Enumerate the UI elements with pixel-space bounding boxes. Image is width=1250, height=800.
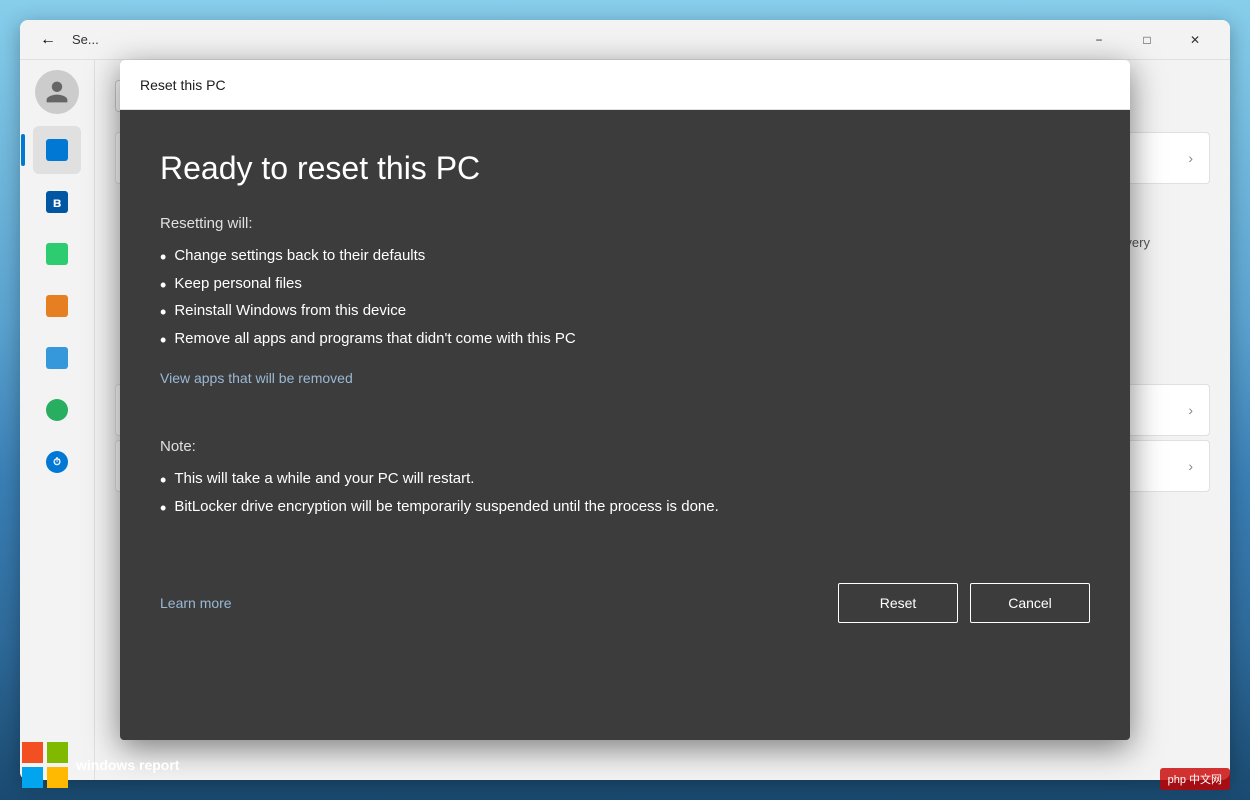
- dialog-title: Reset this PC: [140, 77, 226, 93]
- reset-dialog: Reset this PC Ready to reset this PC Res…: [120, 60, 1130, 740]
- time-icon: ⏱: [45, 450, 69, 474]
- bullet-item-2: Keep personal files: [160, 272, 1090, 300]
- learn-more-link[interactable]: Learn more: [160, 595, 232, 611]
- system-icon: [45, 138, 69, 162]
- note-bullet-1: This will take a while and your PC will …: [160, 467, 1090, 495]
- note-label: Note:: [160, 438, 1090, 455]
- accounts-icon: [45, 398, 69, 422]
- apps-icon: [45, 346, 69, 370]
- chevron-right-icon: ›: [1188, 458, 1193, 474]
- sidebar-item-system[interactable]: [33, 126, 81, 174]
- sidebar: ʙ: [20, 60, 95, 780]
- view-apps-link[interactable]: View apps that will be removed: [160, 370, 353, 386]
- minimize-button[interactable]: −: [1076, 24, 1122, 56]
- chevron-right-icon: ›: [1188, 150, 1193, 166]
- sidebar-item-personalization[interactable]: [33, 282, 81, 330]
- maximize-button[interactable]: □: [1124, 24, 1170, 56]
- sidebar-item-network[interactable]: [33, 230, 81, 278]
- titlebar-controls: − □ ✕: [1076, 24, 1218, 56]
- dialog-titlebar: Reset this PC: [120, 60, 1130, 110]
- sidebar-item-time[interactable]: ⏱: [33, 438, 81, 486]
- resetting-bullet-list: Change settings back to their defaults K…: [160, 244, 1090, 354]
- windows-icon: [20, 740, 70, 790]
- chevron-right-icon: ›: [1188, 402, 1193, 418]
- php-badge: php 中文网: [1160, 768, 1230, 790]
- sidebar-item-apps[interactable]: [33, 334, 81, 382]
- bullet-item-3: Reinstall Windows from this device: [160, 299, 1090, 327]
- note-bullet-list: This will take a while and your PC will …: [160, 467, 1090, 522]
- sidebar-item-accounts[interactable]: [33, 386, 81, 434]
- personalization-icon: [45, 294, 69, 318]
- reset-button[interactable]: Reset: [838, 583, 958, 623]
- settings-title: Se...: [72, 32, 99, 47]
- bullet-item-1: Change settings back to their defaults: [160, 244, 1090, 272]
- dialog-body: Ready to reset this PC Resetting will: C…: [120, 110, 1130, 553]
- dialog-heading: Ready to reset this PC: [160, 150, 1090, 187]
- footer-buttons: Reset Cancel: [838, 583, 1090, 623]
- report-text: windows report: [76, 757, 179, 773]
- bullet-item-4: Remove all apps and programs that didn't…: [160, 327, 1090, 355]
- back-button[interactable]: ←: [32, 24, 64, 56]
- note-section: Note: This will take a while and your PC…: [160, 438, 1090, 522]
- back-icon: ←: [40, 31, 56, 49]
- avatar: [35, 70, 79, 114]
- windows-report-logo: windows report: [20, 740, 179, 790]
- settings-titlebar: ← Se... − □ ✕: [20, 20, 1230, 60]
- cancel-button[interactable]: Cancel: [970, 583, 1090, 623]
- close-button[interactable]: ✕: [1172, 24, 1218, 56]
- note-bullet-2: BitLocker drive encryption will be tempo…: [160, 495, 1090, 523]
- bluetooth-icon: ʙ: [45, 190, 69, 214]
- active-indicator: [21, 134, 25, 166]
- avatar-icon: [44, 79, 70, 105]
- network-icon: [45, 242, 69, 266]
- dialog-footer: Learn more Reset Cancel: [120, 553, 1130, 659]
- resetting-will-label: Resetting will:: [160, 215, 1090, 232]
- sidebar-item-bluetooth[interactable]: ʙ: [33, 178, 81, 226]
